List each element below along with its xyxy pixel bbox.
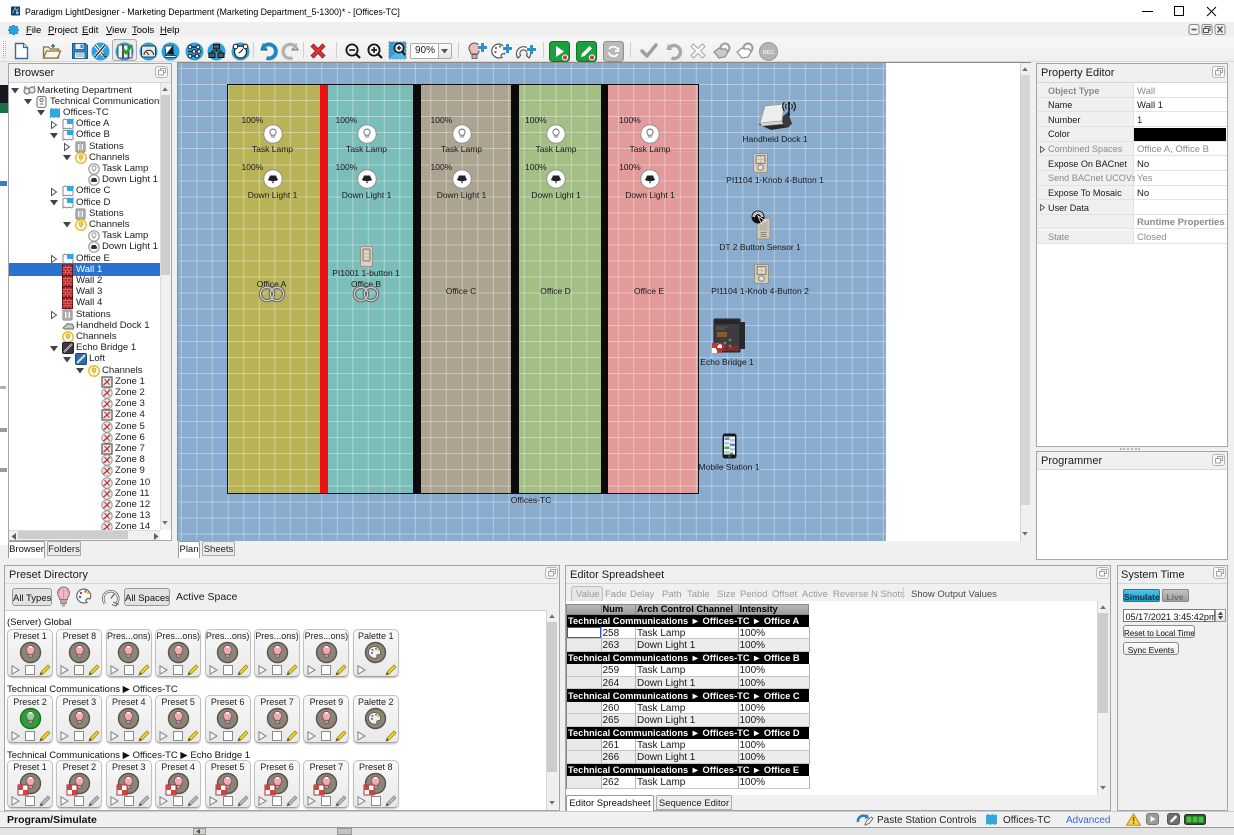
svg-text:REC: REC (763, 50, 774, 56)
svg-text:CHO: CHO (723, 346, 739, 353)
